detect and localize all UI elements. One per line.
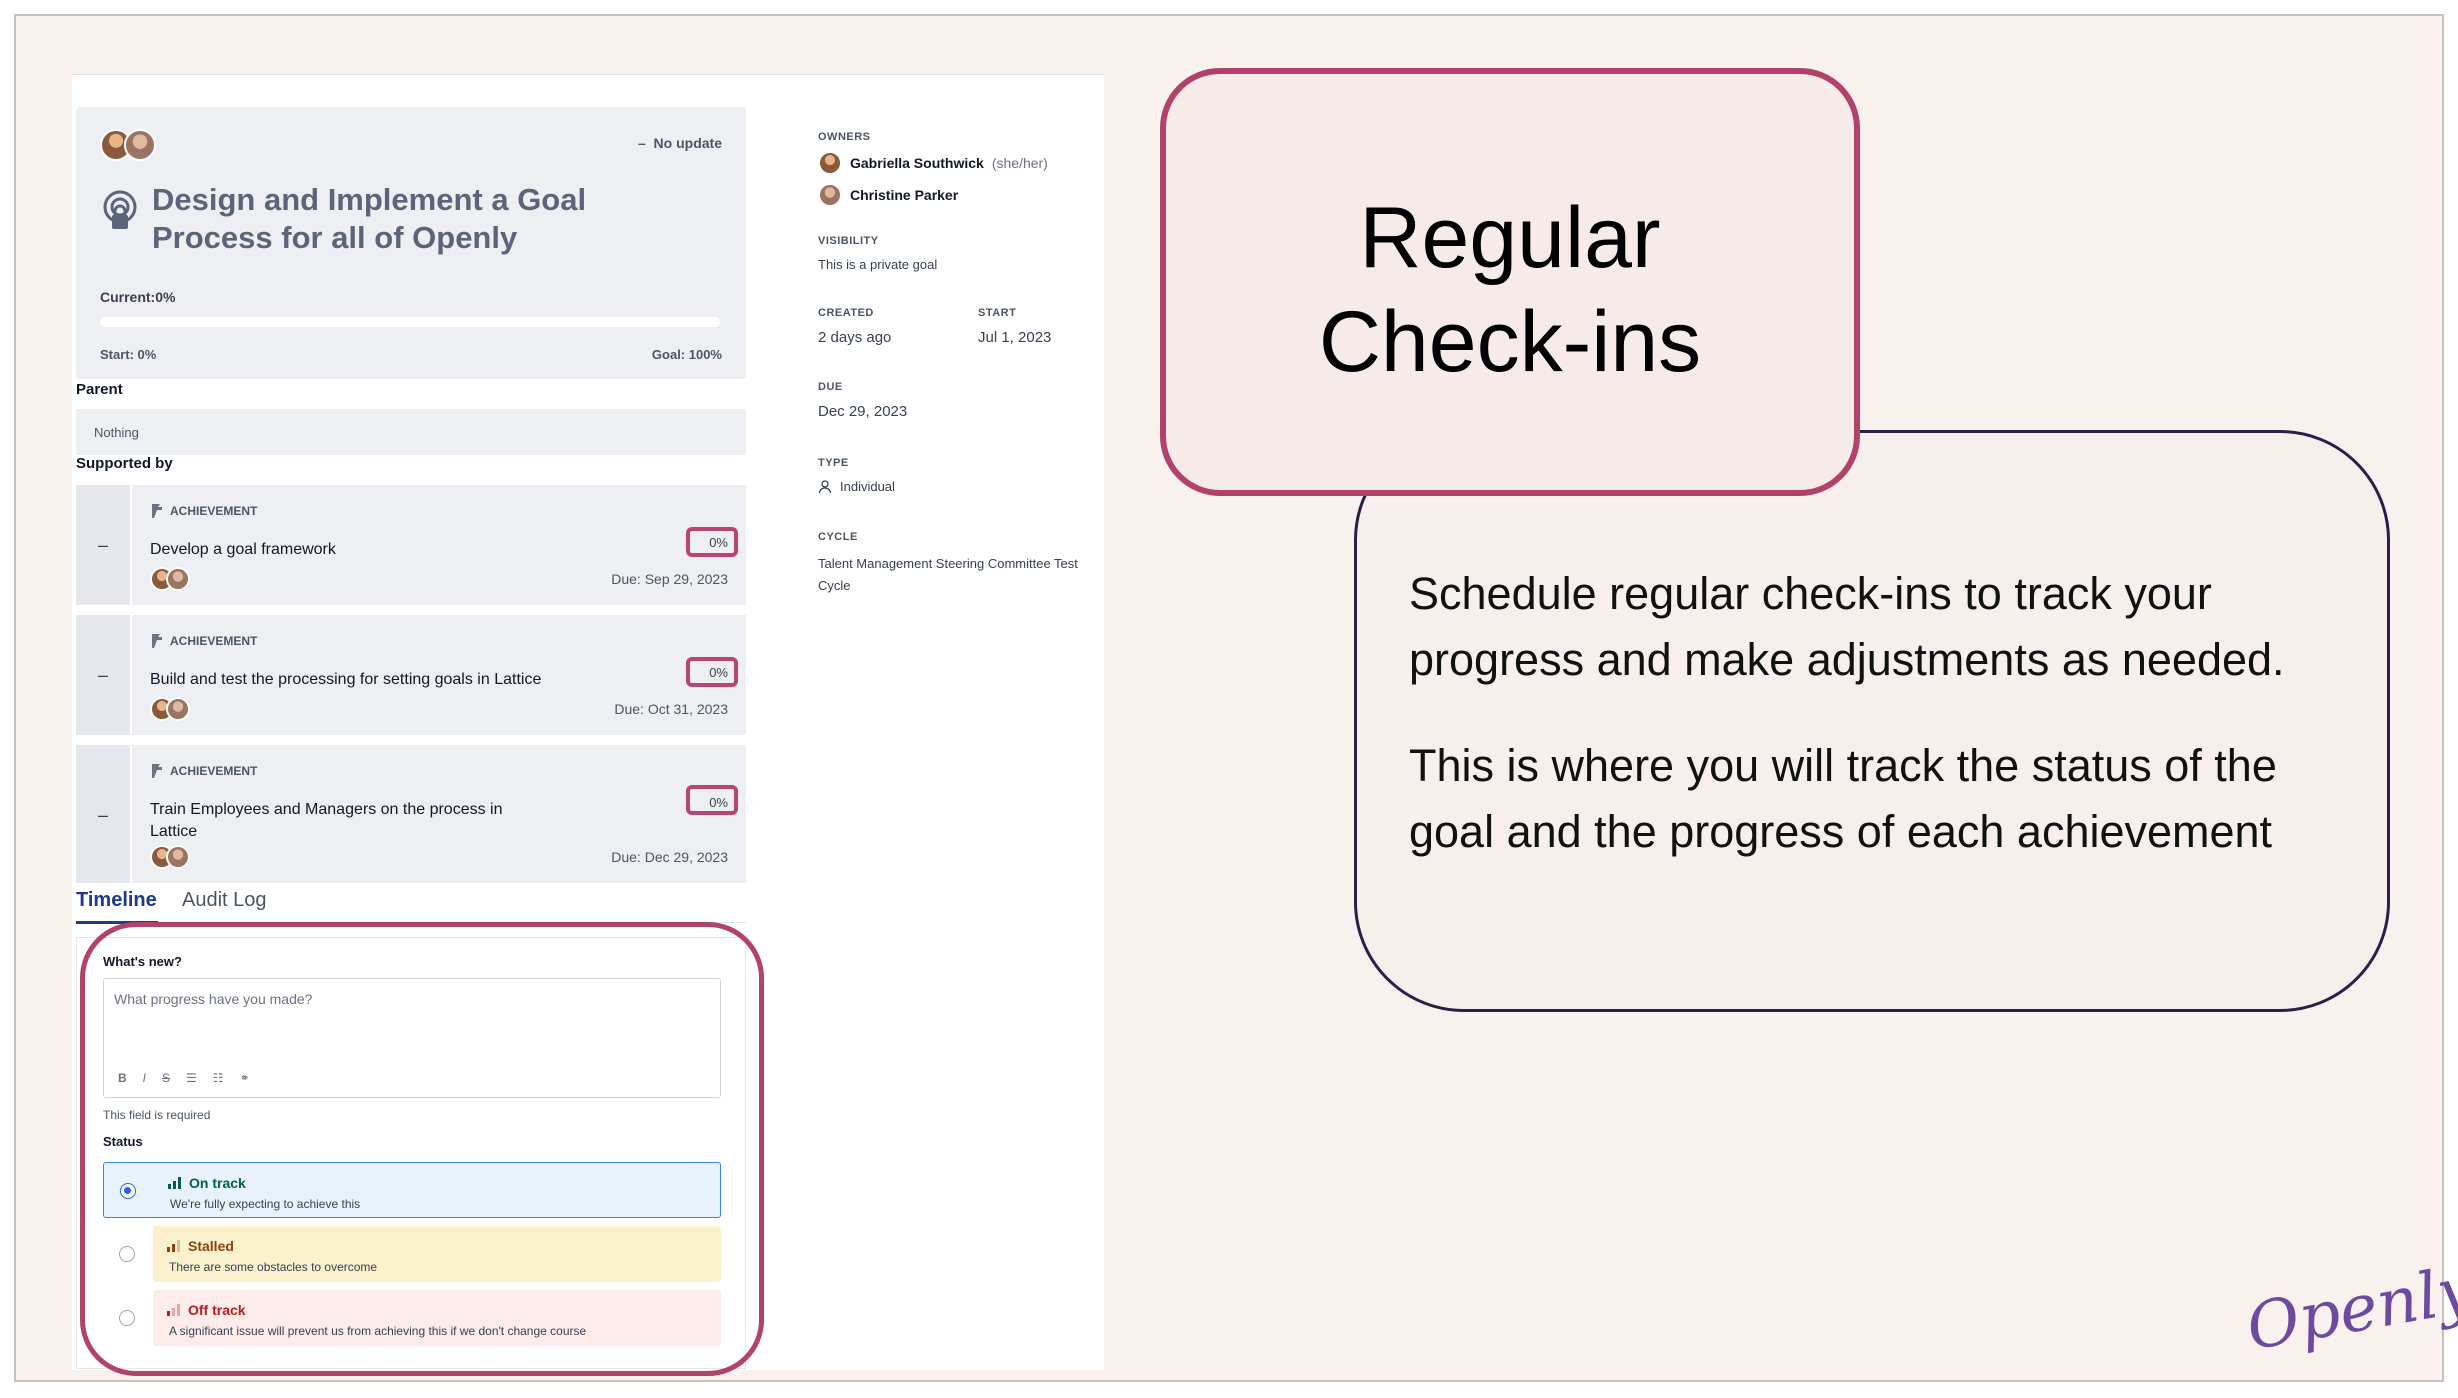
checkin-highlight: [80, 922, 764, 1376]
avatar: [166, 845, 190, 869]
goal-title: Design and Implement a Goal Process for …: [152, 182, 587, 255]
progress-bar: [100, 317, 720, 327]
achievement-name[interactable]: Develop a goal framework: [150, 539, 550, 561]
avatar: [818, 183, 842, 207]
tab-timeline[interactable]: Timeline: [76, 889, 157, 912]
start-value: Start: 0%: [100, 347, 157, 362]
achievement-name[interactable]: Build and test the processing for settin…: [150, 669, 550, 691]
type-value: Individual: [840, 479, 895, 494]
achievement-card[interactable]: – ACHIEVEMENT Train Employees and Manage…: [76, 745, 746, 883]
achievement-name[interactable]: Train Employees and Managers on the proc…: [150, 799, 550, 843]
current-progress: Current:0%: [100, 289, 176, 305]
cycle-label: CYCLE: [818, 531, 858, 543]
avatar: [166, 697, 190, 721]
expand-toggle[interactable]: –: [76, 745, 132, 883]
callout-body: Schedule regular check-ins to track your…: [1354, 430, 2390, 1012]
cycle-section: CYCLE Talent Management Steering Committ…: [818, 531, 1098, 597]
achievement-avatars: [150, 567, 190, 591]
achievement-due: Due: Sep 29, 2023: [611, 571, 728, 587]
callout-para-1: Schedule regular check-ins to track your…: [1409, 568, 2285, 685]
visibility-label: VISIBILITY: [818, 235, 879, 247]
callout-title: Regular Check-ins: [1318, 190, 1702, 390]
achievement-card[interactable]: – ACHIEVEMENT Develop a goal framework 0…: [76, 485, 746, 605]
achievement-kind: ACHIEVEMENT: [150, 763, 257, 779]
due-label: DUE: [818, 381, 843, 393]
parent-label: Parent: [76, 381, 123, 398]
openly-logo: Openly: [2241, 1252, 2458, 1366]
created-label: CREATED: [818, 307, 874, 319]
parent-box: Nothing: [76, 409, 746, 455]
achievement-card[interactable]: – ACHIEVEMENT Build and test the process…: [76, 615, 746, 735]
type-label: TYPE: [818, 457, 849, 469]
percent-highlight: [686, 527, 738, 557]
percent-highlight: [686, 657, 738, 687]
achievement-icon: [152, 634, 162, 648]
achievement-avatars: [150, 697, 190, 721]
tab-bar: Timeline Audit Log: [76, 883, 746, 924]
avatar: [124, 129, 156, 161]
parent-value: Nothing: [94, 425, 139, 440]
expand-toggle[interactable]: –: [76, 485, 132, 605]
achievement-icon: [152, 504, 162, 518]
person-icon: [818, 479, 832, 493]
goal-icon: [103, 190, 137, 229]
goal-owner-avatars: [100, 129, 156, 161]
goal-card: – No update Design and Implement a Goal …: [76, 107, 746, 379]
created-value: 2 days ago: [818, 329, 892, 346]
achievement-kind: ACHIEVEMENT: [150, 503, 257, 519]
avatar: [166, 567, 190, 591]
tab-audit-log[interactable]: Audit Log: [182, 889, 267, 912]
callout-para-2: This is where you will track the status …: [1409, 740, 2277, 857]
cycle-value[interactable]: Talent Management Steering Committee Tes…: [818, 553, 1098, 597]
owner-item[interactable]: Gabriella Southwick (she/her): [818, 151, 1048, 175]
achievement-kind: ACHIEVEMENT: [150, 633, 257, 649]
owners-section: OWNERS Gabriella Southwick (she/her) Chri…: [818, 131, 1048, 207]
type-section: TYPE Individual: [818, 457, 895, 494]
owners-label: OWNERS: [818, 131, 871, 143]
percent-highlight: [686, 785, 738, 815]
due-value: Dec 29, 2023: [818, 403, 908, 420]
achievement-icon: [152, 764, 162, 778]
slide: – No update Design and Implement a Goal …: [14, 14, 2458, 1382]
supported-by-label: Supported by: [76, 455, 173, 472]
achievement-avatars: [150, 845, 190, 869]
achievement-due: Due: Dec 29, 2023: [611, 849, 728, 865]
expand-toggle[interactable]: –: [76, 615, 132, 735]
created-section: CREATED 2 days ago: [818, 307, 891, 346]
start-section: START Jul 1, 2023: [978, 307, 1051, 346]
start-label: START: [978, 307, 1017, 319]
callout-title-box: Regular Check-ins: [1160, 68, 1860, 496]
due-section: DUE Dec 29, 2023: [818, 381, 907, 420]
avatar: [818, 151, 842, 175]
goal-status: – No update: [637, 135, 722, 151]
achievement-due: Due: Oct 31, 2023: [614, 701, 728, 717]
visibility-section: VISIBILITY This is a private goal: [818, 235, 937, 272]
start-value: Jul 1, 2023: [978, 329, 1052, 346]
owner-item[interactable]: Christine Parker: [818, 183, 1048, 207]
goal-value: Goal: 100%: [651, 347, 722, 362]
visibility-value: This is a private goal: [818, 257, 938, 272]
